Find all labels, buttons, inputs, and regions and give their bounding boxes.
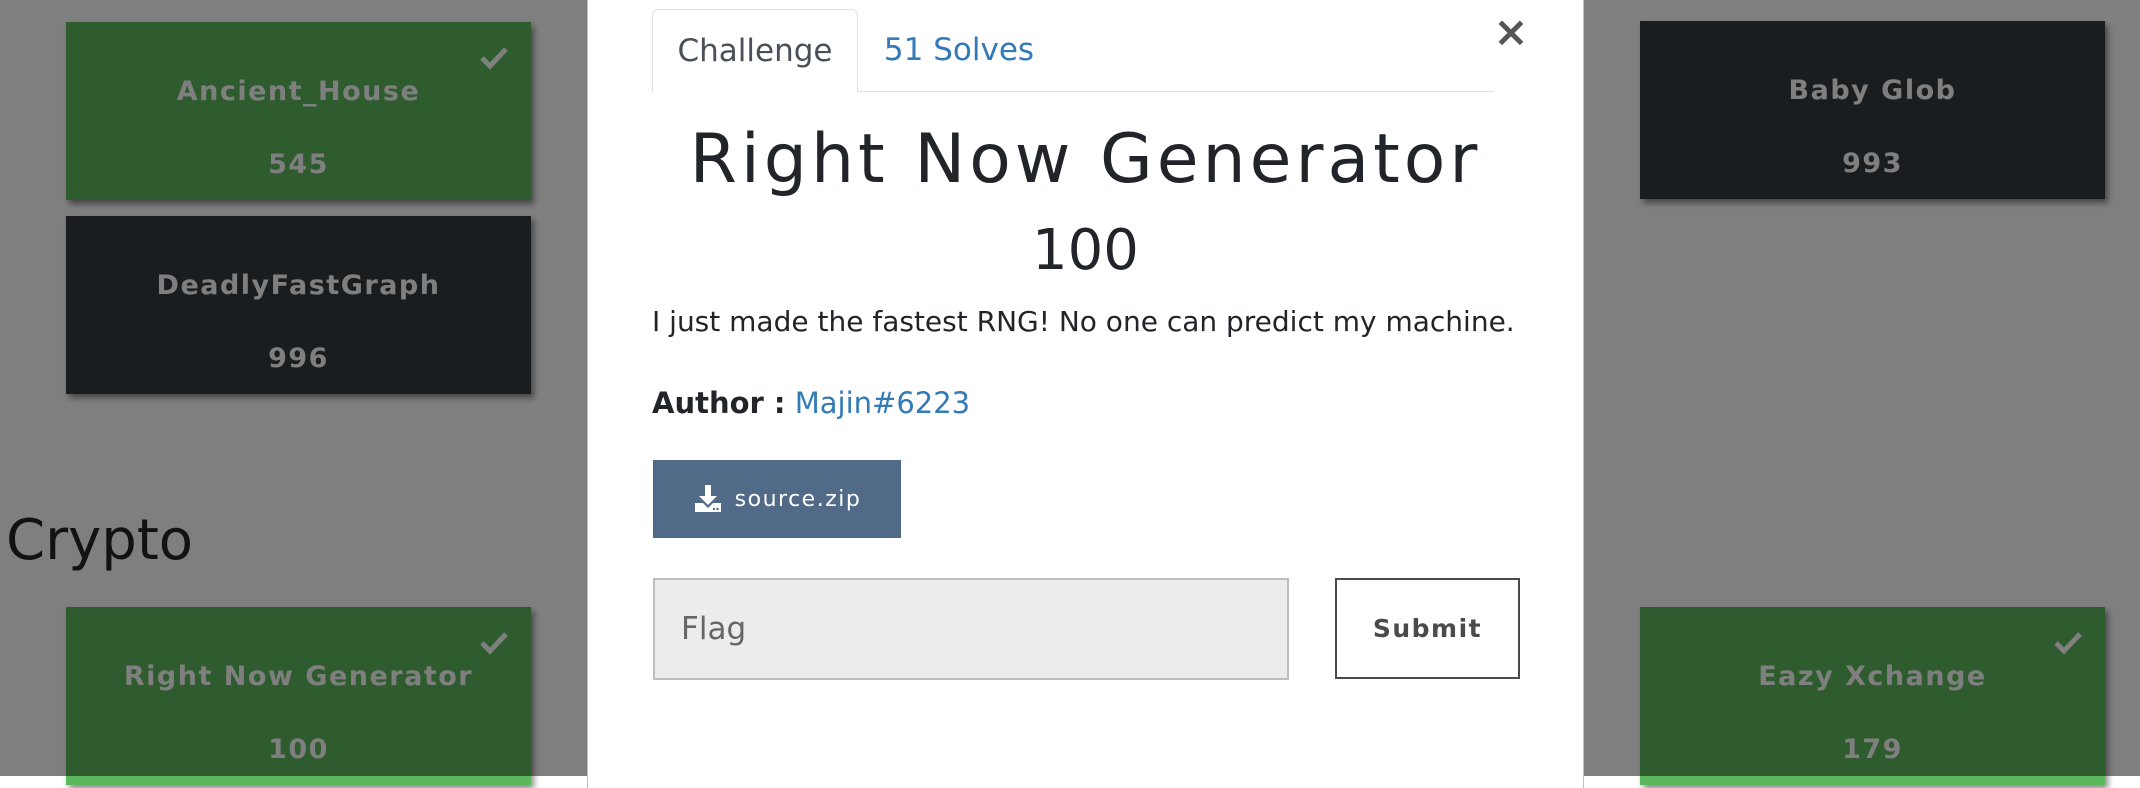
download-file-button[interactable]: source.zip: [653, 460, 901, 538]
challenge-title: Right Now Generator: [689, 120, 1482, 199]
download-icon: [694, 485, 721, 512]
author-label: Author :: [652, 386, 786, 420]
flag-input[interactable]: [653, 578, 1289, 680]
author-line: Author : Majin#6223: [652, 382, 970, 424]
tab-solves[interactable]: 51 Solves: [859, 9, 1059, 92]
author-link[interactable]: Majin#6223: [795, 386, 970, 420]
file-button-label: source.zip: [734, 486, 862, 512]
tab-challenge[interactable]: Challenge: [652, 9, 858, 93]
close-button[interactable]: ×: [1491, 10, 1531, 54]
challenge-modal: × Challenge 51 Solves Right Now Generato…: [587, 0, 1584, 788]
challenge-description: I just made the fastest RNG! No one can …: [652, 305, 1515, 338]
modal-tabs: Challenge 51 Solves: [652, 9, 1494, 93]
challenge-value: 100: [1032, 218, 1139, 283]
submit-button[interactable]: Submit: [1335, 578, 1520, 679]
